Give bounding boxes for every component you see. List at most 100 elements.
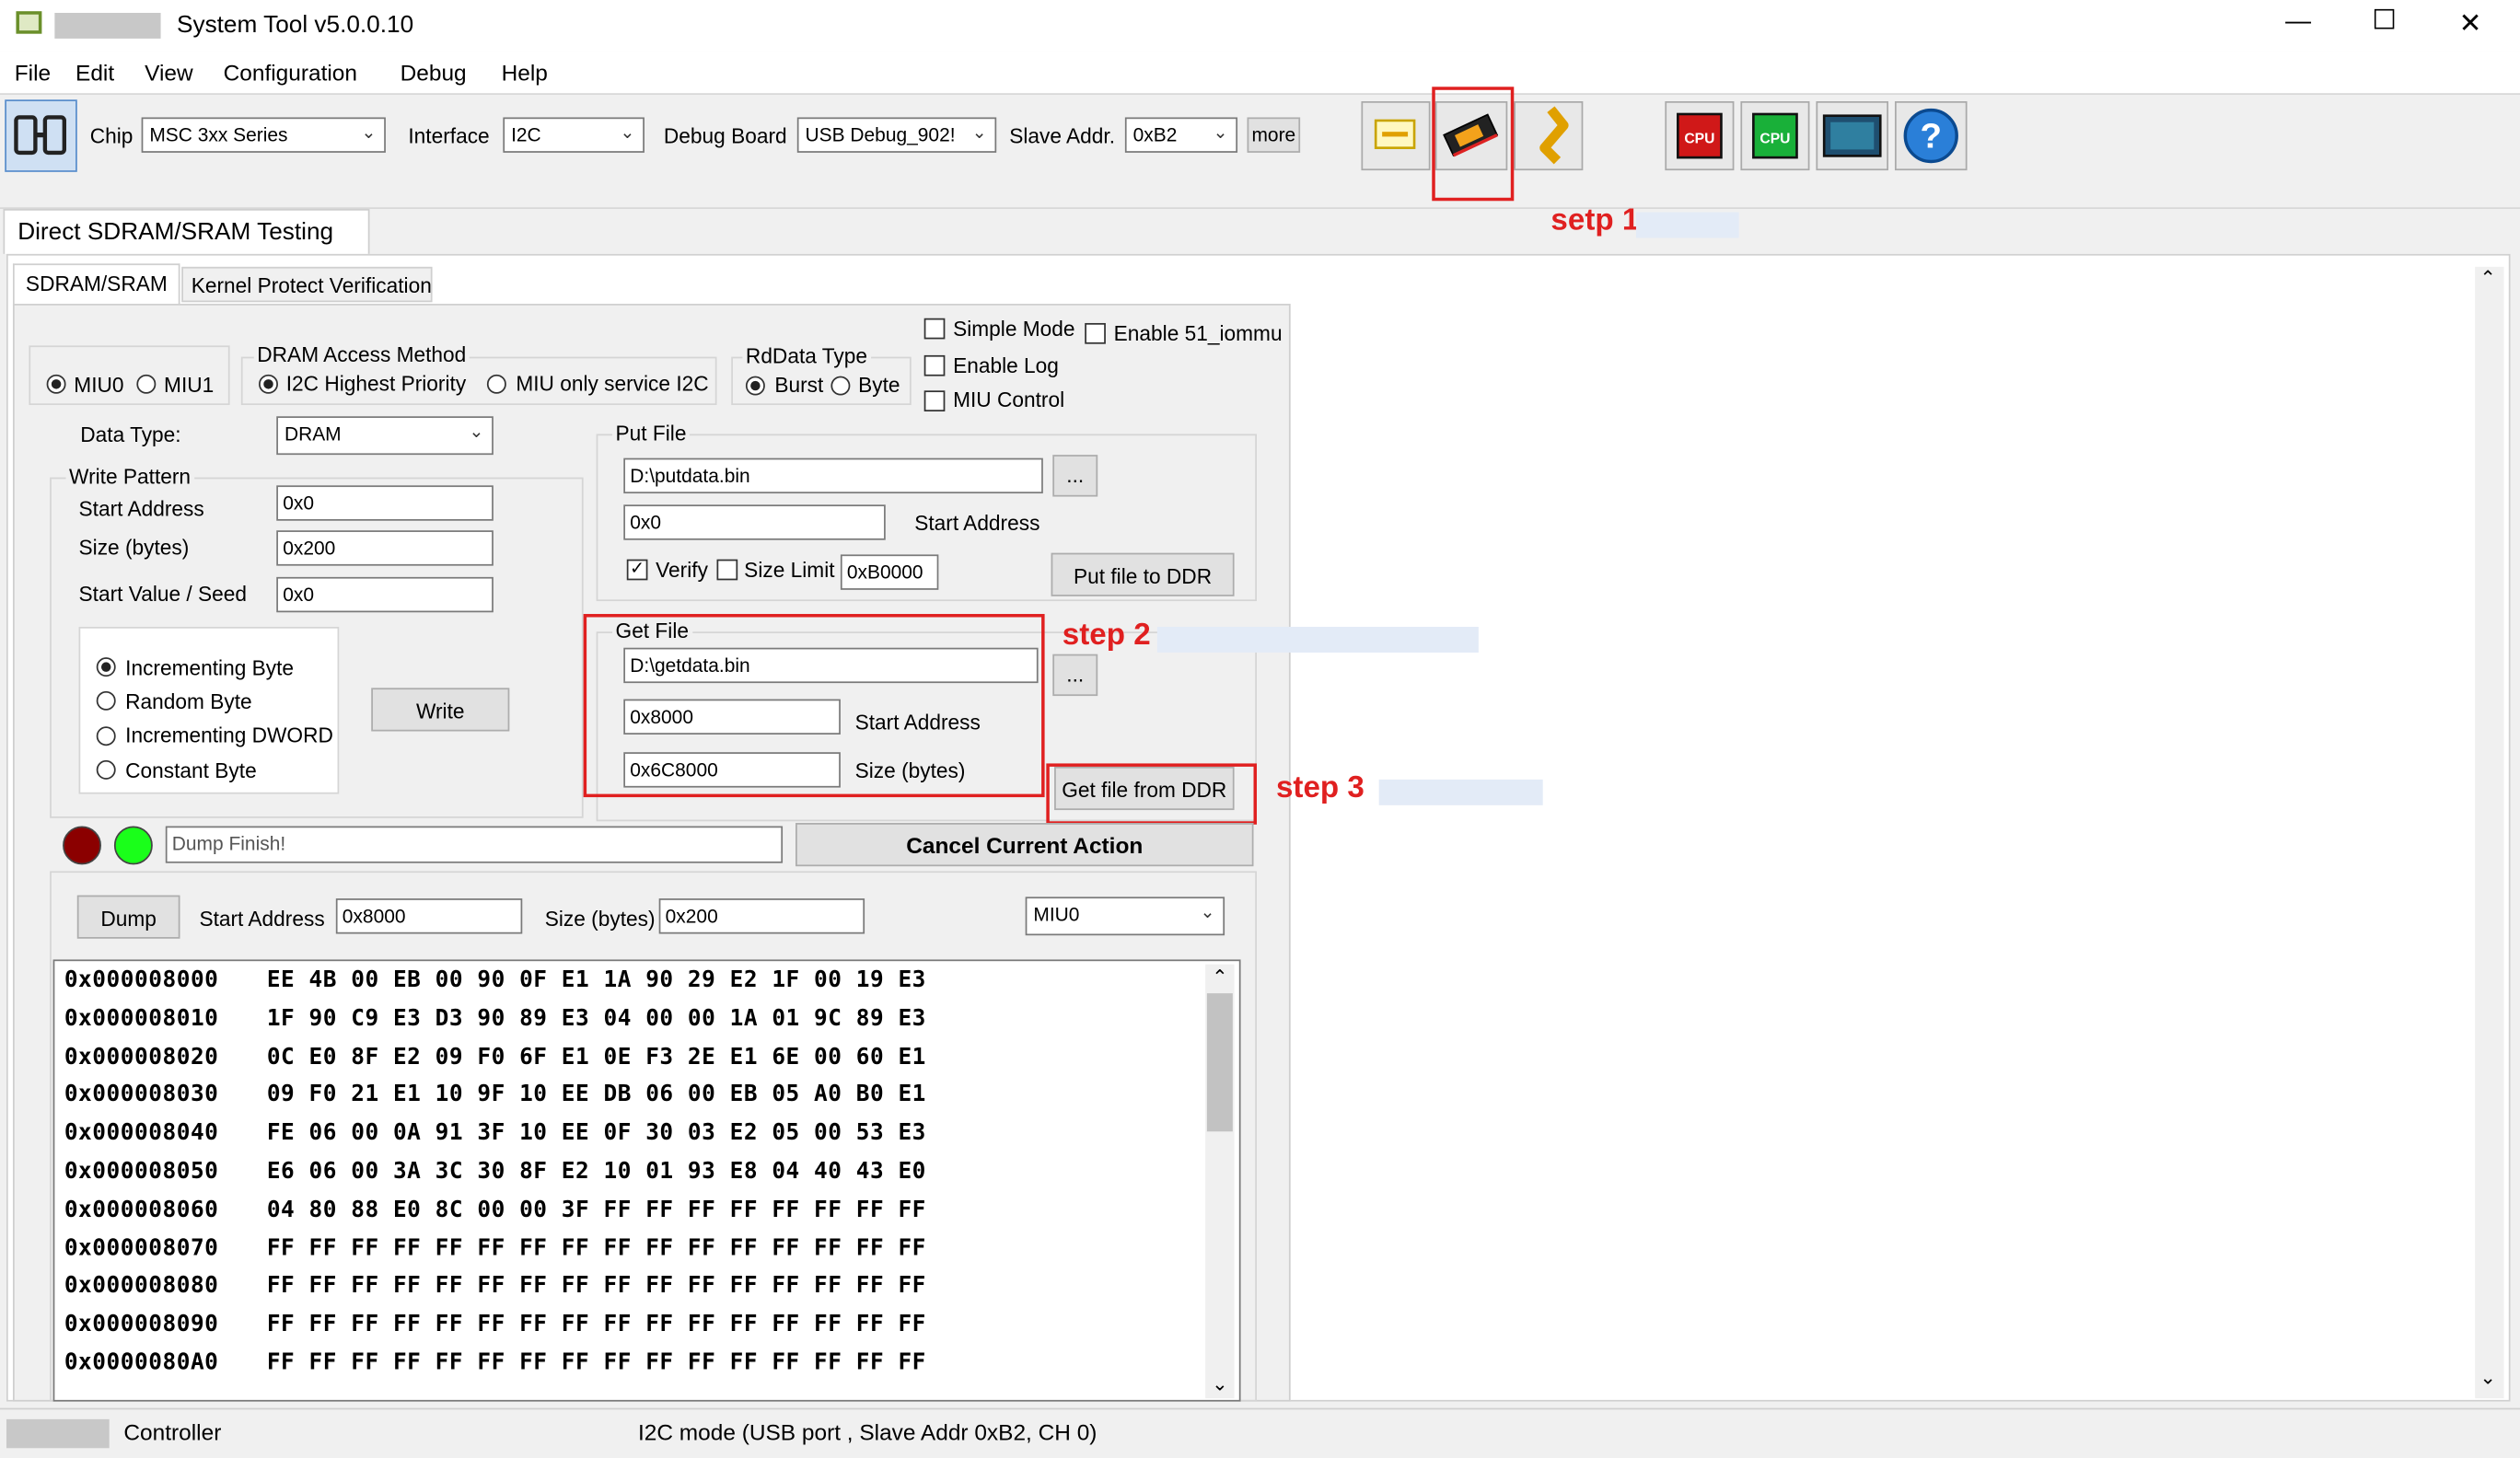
put-file-start-input[interactable]: 0x0 xyxy=(623,504,886,540)
miu0-radio[interactable] xyxy=(46,374,66,394)
size-limit-label: Size Limit xyxy=(744,557,835,583)
cpu-red-icon[interactable]: CPU xyxy=(1665,101,1735,171)
pattern-incr-dword-label: Incrementing DWORD xyxy=(125,723,333,747)
interface-select[interactable]: I2C ⌄ xyxy=(503,117,645,153)
put-file-browse-button[interactable]: ... xyxy=(1052,455,1098,497)
burst-label: Burst xyxy=(774,373,824,398)
enable-51-label: Enable 51_iommu xyxy=(1113,321,1283,346)
put-file-path-input[interactable]: D:\putdata.bin xyxy=(623,457,1043,494)
wp-seed-input[interactable]: 0x0 xyxy=(276,576,494,613)
status-message: Dump Finish! xyxy=(165,826,784,863)
chip-select[interactable]: MSC 3xx Series ⌄ xyxy=(141,117,386,153)
simple-mode-label: Simple Mode xyxy=(953,316,1075,341)
menu-help[interactable]: Help xyxy=(502,60,548,86)
dump-start-input[interactable]: 0x8000 xyxy=(335,898,523,934)
step1-label: setp 1 xyxy=(1550,203,1640,238)
dump-button[interactable]: Dump xyxy=(76,895,180,939)
dump-size-label: Size (bytes) xyxy=(544,906,656,932)
byte-label: Byte xyxy=(858,373,900,398)
tab-kernel-protect[interactable]: Kernel Protect Verification xyxy=(181,266,433,303)
scrollbar-right[interactable]: ⌃ ⌄ xyxy=(2475,266,2504,1399)
dump-size-input[interactable]: 0x200 xyxy=(658,898,865,934)
pattern-incr-dword-radio[interactable] xyxy=(96,726,116,746)
cpu-green-icon[interactable]: CPU xyxy=(1740,101,1810,171)
size-limit-input[interactable]: 0xB0000 xyxy=(840,554,939,590)
tab-sdram-sram[interactable]: SDRAM/SRAM xyxy=(12,263,180,306)
flash-icon[interactable] xyxy=(1514,101,1584,171)
i2c-priority-radio[interactable] xyxy=(259,374,278,394)
statusbar-left: Controller xyxy=(123,1418,222,1445)
hex-scroll-up-icon[interactable]: ⌃ xyxy=(1212,966,1228,988)
dump-start-label: Start Address xyxy=(199,906,325,932)
more-button[interactable]: more xyxy=(1247,117,1301,153)
put-file-button[interactable]: Put file to DDR xyxy=(1051,552,1235,596)
wp-size-input[interactable]: 0x200 xyxy=(276,530,494,566)
step3-label: step 3 xyxy=(1275,771,1365,805)
app-name-blurred xyxy=(54,12,161,39)
burst-radio[interactable] xyxy=(745,376,765,396)
miu0-label: MIU0 xyxy=(74,373,124,398)
debug-board-select[interactable]: USB Debug_902! ⌄ xyxy=(796,117,997,153)
scroll-up-icon[interactable]: ⌃ xyxy=(2479,267,2496,289)
wp-size-label: Size (bytes) xyxy=(78,535,190,560)
hex-row-address: 0x000008080 xyxy=(64,1273,219,1300)
verify-label: Verify xyxy=(656,557,708,583)
cancel-action-button[interactable]: Cancel Current Action xyxy=(795,823,1254,867)
step3-blurred-note xyxy=(1378,779,1543,805)
menu-bar: File Edit View Configuration Debug Help xyxy=(0,51,2520,94)
hex-row: 0x000008020 0C E0 8F E2 09 F0 6F E1 0E F3… xyxy=(64,1044,1222,1070)
miu1-radio[interactable] xyxy=(136,374,157,394)
put-file-title: Put File xyxy=(612,421,690,446)
pattern-constant-radio[interactable] xyxy=(96,759,116,780)
maximize-button[interactable]: ☐ xyxy=(2372,5,2397,37)
miu-control-checkbox[interactable] xyxy=(923,390,946,412)
window-title: System Tool v5.0.0.10 xyxy=(177,11,414,39)
miu-control-label: MIU Control xyxy=(953,387,1065,412)
simple-mode-checkbox[interactable] xyxy=(923,318,946,340)
hex-scroll-thumb[interactable] xyxy=(1206,993,1233,1132)
menu-file[interactable]: File xyxy=(15,60,51,86)
page-tab[interactable]: Direct SDRAM/SRAM Testing xyxy=(3,208,370,254)
memory-view-icon[interactable] xyxy=(1361,101,1431,171)
hex-row: 0x000008010 1F 90 C9 E3 D3 90 89 E3 04 00… xyxy=(64,1006,1222,1032)
slave-addr-select[interactable]: 0xB2 ⌄ xyxy=(1124,117,1238,153)
close-button[interactable]: ✕ xyxy=(2459,8,2482,40)
pattern-random-radio[interactable] xyxy=(96,690,116,711)
statusbar-right: I2C mode (USB port , Slave Addr 0xB2, CH… xyxy=(637,1418,1097,1445)
wp-start-label: Start Address xyxy=(78,496,204,521)
scroll-down-icon[interactable]: ⌄ xyxy=(2479,1366,2496,1388)
pattern-constant-label: Constant Byte xyxy=(125,758,257,783)
write-button[interactable]: Write xyxy=(371,688,510,732)
pattern-incr-byte-radio[interactable] xyxy=(96,657,116,677)
hex-row: 0x000008070 FF FF FF FF FF FF FF FF FF FF… xyxy=(64,1235,1222,1261)
enable-51-checkbox[interactable] xyxy=(1085,322,1106,344)
data-type-select[interactable]: DRAM ⌄ xyxy=(276,416,494,456)
svg-text:?: ? xyxy=(1921,117,1942,156)
hex-scrollbar[interactable]: ⌃ ⌄ xyxy=(1205,964,1235,1399)
monitor-icon[interactable] xyxy=(1816,101,1888,171)
get-file-browse-button[interactable]: ... xyxy=(1052,654,1098,697)
interface-label: Interface xyxy=(408,123,490,148)
size-limit-checkbox[interactable] xyxy=(716,559,738,581)
dump-miu-select[interactable]: MIU0 ⌄ xyxy=(1025,897,1225,936)
menu-view[interactable]: View xyxy=(145,60,193,86)
byte-radio[interactable] xyxy=(830,376,851,396)
hex-scroll-down-icon[interactable]: ⌄ xyxy=(1212,1372,1228,1394)
hex-row-address: 0x000008070 xyxy=(64,1235,219,1262)
verify-checkbox[interactable]: ✓ xyxy=(626,559,648,581)
minimize-button[interactable]: — xyxy=(2285,8,2311,37)
menu-configuration[interactable]: Configuration xyxy=(224,60,357,86)
help-icon[interactable]: ? xyxy=(1894,101,1968,171)
svg-text:CPU: CPU xyxy=(1759,131,1790,146)
menu-debug[interactable]: Debug xyxy=(401,60,467,86)
wp-start-input[interactable]: 0x0 xyxy=(276,485,494,521)
enable-log-checkbox[interactable] xyxy=(923,354,946,376)
hex-row: 0x000008080 FF FF FF FF FF FF FF FF FF FF… xyxy=(64,1274,1222,1300)
hex-row-bytes: 09 F0 21 E1 10 9F 10 EE DB 06 00 EB 05 A… xyxy=(266,1082,926,1108)
hex-row-address: 0x000008030 xyxy=(64,1082,219,1108)
menu-edit[interactable]: Edit xyxy=(75,60,114,86)
miu-only-radio[interactable] xyxy=(486,374,506,394)
status-led-red xyxy=(63,826,101,865)
step2-blurred-note xyxy=(1156,626,1479,653)
connect-icon[interactable] xyxy=(5,99,77,172)
